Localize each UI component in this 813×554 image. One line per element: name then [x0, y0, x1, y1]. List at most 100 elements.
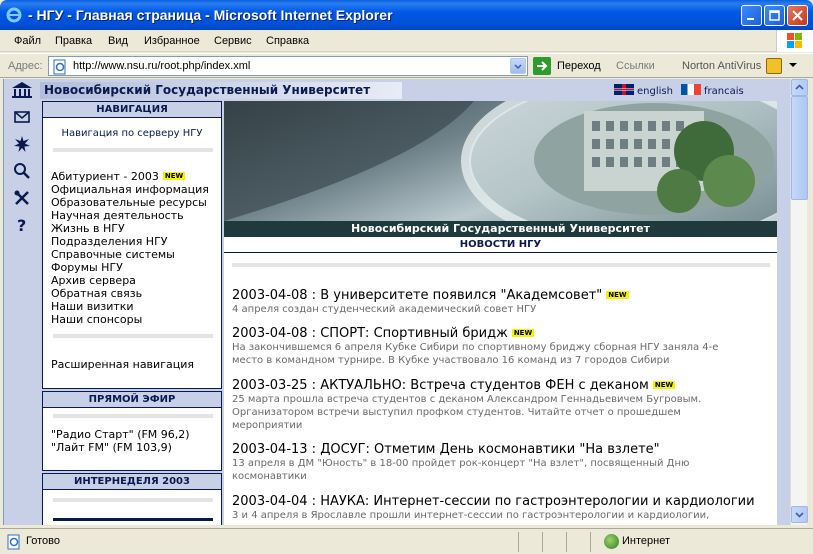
norton-antivirus-button[interactable]: Norton AntiVirus	[682, 60, 761, 72]
nav-link-departments[interactable]: Подразделения НГУ	[51, 235, 168, 248]
norton-icon[interactable]	[766, 58, 782, 74]
new-badge: NEW	[162, 172, 186, 180]
new-badge: NEW	[511, 329, 535, 337]
divider	[53, 414, 213, 418]
site-header: Новосибирский Государственный Университе…	[4, 79, 790, 101]
light-fm-link[interactable]: "Лайт FM" (FM 103,9)	[51, 441, 172, 454]
new-badge: NEW	[652, 381, 676, 389]
home-icon[interactable]	[10, 81, 34, 99]
minimize-button[interactable]	[741, 5, 762, 26]
news-item-text: 4 апреля создан студенческий академическ…	[232, 304, 537, 315]
address-url: http://www.nsu.ru/root.php/index.xml	[73, 60, 251, 72]
nav-link-advanced[interactable]: Расширенная навигация	[51, 358, 194, 371]
nav-link-sponsors[interactable]: Наши спонсоры	[51, 313, 142, 326]
news-item-title[interactable]: 2003-03-25 : АКТУАЛЬНО: Встреча студенто…	[232, 378, 676, 393]
nav-link-science[interactable]: Научная деятельность	[51, 209, 184, 222]
university-building-image	[224, 101, 777, 221]
radio-start-link[interactable]: "Радио Старт" (FM 96,2)	[51, 428, 190, 441]
menu-view[interactable]: Вид	[108, 35, 128, 47]
menu-file[interactable]: Файл	[14, 35, 41, 47]
uk-flag-icon	[614, 84, 634, 95]
language-english-label: english	[637, 86, 673, 97]
maximize-button[interactable]	[764, 5, 785, 26]
nav-link-reference[interactable]: Справочные системы	[51, 248, 175, 261]
navigation-panel: НАВИГАЦИЯ Навигация по серверу НГУ Абиту…	[42, 101, 222, 389]
mail-icon[interactable]	[13, 108, 31, 126]
divider	[53, 518, 213, 521]
nav-link-official-info[interactable]: Официальная информация	[51, 183, 209, 196]
svg-text:?: ?	[17, 216, 26, 234]
address-input[interactable]: http://www.nsu.ru/root.php/index.xml	[48, 56, 528, 76]
news-item-text: 3 и 4 апреля в Ярославле прошли интернет…	[232, 510, 710, 521]
scroll-down-button[interactable]	[791, 506, 808, 523]
menu-tools[interactable]: Сервис	[214, 35, 252, 47]
right-gutter	[777, 101, 790, 525]
nav-link-life[interactable]: Жизнь в НГУ	[51, 222, 125, 235]
page-icon	[53, 59, 66, 75]
nav-link-education[interactable]: Образовательные ресурсы	[51, 196, 207, 209]
news-item-title[interactable]: 2003-04-13 : ДОСУГ: Отметим День космона…	[232, 442, 660, 457]
links-button[interactable]: Ссылки	[616, 60, 655, 72]
site-title: Новосибирский Государственный Университе…	[40, 82, 402, 99]
vertical-scrollbar[interactable]	[790, 79, 808, 525]
news-title-text: 2003-03-25 : АКТУАЛЬНО: Встреча студенто…	[232, 378, 649, 393]
scroll-thumb[interactable]	[791, 96, 808, 200]
divider	[518, 532, 519, 552]
norton-dropdown-icon[interactable]	[789, 63, 797, 69]
help-icon[interactable]: ?	[13, 216, 31, 235]
news-header: НОВОСТИ НГУ	[224, 237, 777, 253]
france-flag-icon	[681, 84, 701, 95]
language-french-label: francais	[704, 86, 744, 97]
nav-link-applicant[interactable]: Абитуриент - 2003 NEW	[51, 170, 186, 183]
nav-link-archive[interactable]: Архив сервера	[51, 274, 136, 287]
nav-link-feedback[interactable]: Обратная связь	[51, 287, 142, 300]
close-icon	[792, 10, 803, 21]
page-content: Новосибирский Государственный Университе…	[3, 79, 790, 525]
address-label: Адрес:	[8, 60, 43, 72]
news-item-title[interactable]: 2003-04-04 : НАУКА: Интернет-сессии по г…	[232, 494, 755, 509]
chevron-up-icon	[795, 84, 804, 90]
news-title-text: 2003-04-08 : СПОРТ: Спортивный бридж	[232, 326, 508, 341]
navigation-header: НАВИГАЦИЯ	[43, 102, 221, 118]
internet-week-header: ИНТЕРНЕДЕЛЯ 2003	[43, 474, 221, 490]
news-item-title[interactable]: 2003-04-08 : СПОРТ: Спортивный бридж NEW	[232, 326, 535, 341]
address-dropdown-button[interactable]	[510, 58, 526, 74]
divider	[590, 532, 591, 552]
news-item-text: 13 апреля в ДМ "Юность" в 18-00 пройдет …	[232, 458, 690, 482]
internet-zone-icon	[604, 534, 619, 549]
maximize-icon	[769, 10, 780, 21]
minimize-icon	[747, 18, 754, 20]
sidebar: НАВИГАЦИЯ Навигация по серверу НГУ Абиту…	[40, 101, 224, 525]
nav-link-label: Абитуриент - 2003	[51, 170, 159, 183]
internet-week-panel: ИНТЕРНЕДЕЛЯ 2003	[42, 473, 222, 525]
language-french-link[interactable]: francais	[681, 84, 744, 97]
language-english-link[interactable]: english	[614, 84, 673, 97]
news-item-title[interactable]: 2003-04-08 : В университете появился "Ак…	[232, 288, 629, 303]
scroll-up-button[interactable]	[791, 79, 808, 96]
status-bar: Готово Интернет	[0, 528, 813, 554]
search-icon[interactable]	[13, 162, 31, 180]
menu-edit[interactable]: Правка	[55, 35, 92, 47]
security-zone-label: Интернет	[622, 535, 670, 547]
status-text: Готово	[26, 535, 60, 547]
news-title-text: 2003-04-08 : В университете появился "Ак…	[232, 288, 603, 303]
nav-link-forums[interactable]: Форумы НГУ	[51, 261, 123, 274]
star-icon[interactable]	[13, 135, 31, 153]
news-item-text: На закончившемся 6 апреля Кубке Сибири п…	[232, 342, 719, 366]
live-header: ПРЯМОЙ ЭФИР	[43, 392, 221, 408]
divider	[566, 532, 567, 552]
divider	[542, 532, 543, 552]
chevron-down-icon	[795, 512, 804, 518]
menu-bar: Файл Правка Вид Избранное Сервис Справка	[0, 30, 813, 52]
go-label: Переход	[557, 60, 601, 72]
ie-logo-icon	[6, 7, 22, 23]
live-panel: ПРЯМОЙ ЭФИР "Радио Старт" (FM 96,2) "Лай…	[42, 391, 222, 471]
go-button[interactable]: Переход	[533, 56, 605, 76]
close-button[interactable]	[787, 5, 808, 26]
banner-caption: Новосибирский Государственный Университе…	[224, 221, 777, 237]
navigation-subtitle[interactable]: Навигация по серверу НГУ	[43, 128, 221, 139]
menu-favorites[interactable]: Избранное	[144, 35, 200, 47]
tools-icon[interactable]	[13, 189, 31, 207]
nav-link-cards[interactable]: Наши визитки	[51, 300, 134, 313]
menu-help[interactable]: Справка	[266, 35, 309, 47]
